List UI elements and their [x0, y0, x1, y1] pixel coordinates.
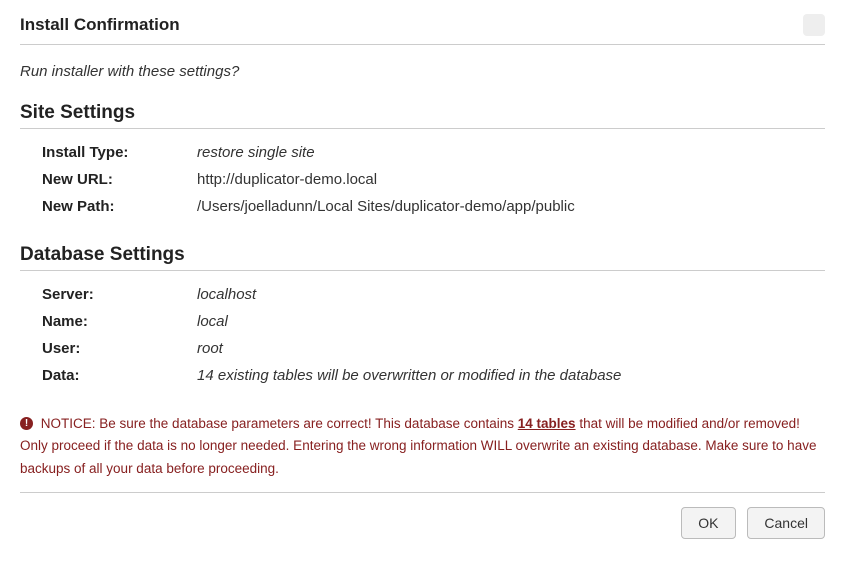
new-path-value: /Users/joelladunn/Local Sites/duplicator… [197, 193, 825, 220]
table-row: Install Type: restore single site [42, 139, 825, 166]
install-type-label: Install Type: [42, 139, 197, 166]
cancel-button[interactable]: Cancel [747, 507, 825, 539]
db-user-value: root [197, 335, 825, 362]
divider [20, 128, 825, 129]
divider [20, 492, 825, 493]
warning-notice: ! NOTICE: Be sure the database parameter… [20, 413, 825, 480]
database-settings-table: Server: localhost Name: local User: root… [42, 281, 825, 389]
db-name-value: local [197, 308, 825, 335]
table-row: Data: 14 existing tables will be overwri… [42, 362, 825, 389]
new-path-label: New Path: [42, 193, 197, 220]
db-name-label: Name: [42, 308, 197, 335]
warning-icon: ! [20, 417, 33, 430]
dialog-titlebar: Install Confirmation [20, 10, 825, 45]
table-row: User: root [42, 335, 825, 362]
notice-text-prefix: NOTICE: Be sure the database parameters … [41, 416, 518, 431]
divider [20, 270, 825, 271]
dialog-title: Install Confirmation [20, 15, 180, 35]
install-type-value: restore single site [197, 139, 825, 166]
dialog-button-row: OK Cancel [20, 507, 825, 539]
confirmation-prompt: Run installer with these settings? [20, 63, 825, 80]
table-row: New URL: http://duplicator-demo.local [42, 166, 825, 193]
site-settings-table: Install Type: restore single site New UR… [42, 139, 825, 220]
db-data-value: 14 existing tables will be overwritten o… [197, 362, 825, 389]
table-row: Name: local [42, 308, 825, 335]
new-url-label: New URL: [42, 166, 197, 193]
close-icon[interactable] [803, 14, 825, 36]
db-data-label: Data: [42, 362, 197, 389]
db-server-value: localhost [197, 281, 825, 308]
new-url-value: http://duplicator-demo.local [197, 166, 825, 193]
table-row: Server: localhost [42, 281, 825, 308]
site-settings-heading: Site Settings [20, 102, 825, 124]
notice-table-count: 14 tables [518, 416, 576, 431]
ok-button[interactable]: OK [681, 507, 735, 539]
db-user-label: User: [42, 335, 197, 362]
table-row: New Path: /Users/joelladunn/Local Sites/… [42, 193, 825, 220]
db-server-label: Server: [42, 281, 197, 308]
database-settings-heading: Database Settings [20, 244, 825, 266]
